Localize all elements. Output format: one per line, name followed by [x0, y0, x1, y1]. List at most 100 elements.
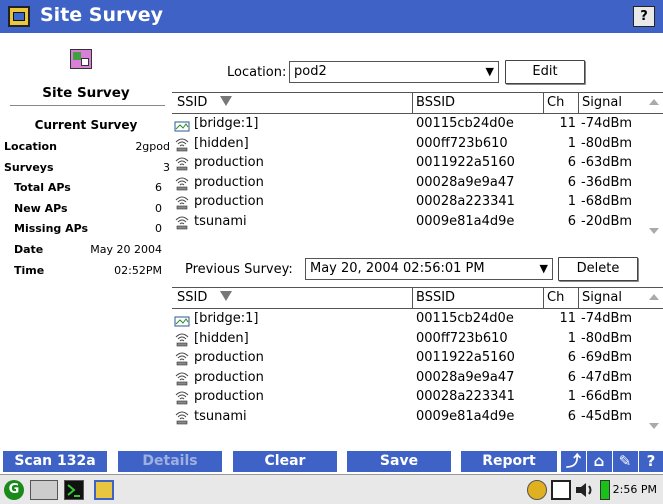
details-button[interactable]: Details — [118, 451, 222, 472]
table-row[interactable]: tsunami 0009e81a4d9e 6 -45dBm — [172, 408, 663, 427]
table-row[interactable]: production 00028a223341 1 -68dBm — [172, 193, 663, 212]
cell-channel: 6 — [567, 174, 576, 190]
table-row[interactable]: production 00028a9e9a47 6 -47dBm — [172, 369, 663, 388]
table-row[interactable]: production 00028a223341 1 -66dBm — [172, 388, 663, 407]
home-icon[interactable]: ⌂ — [586, 451, 611, 472]
cell-ssid: [bridge:1] — [194, 311, 259, 326]
tools-icon[interactable]: ✎ — [612, 451, 637, 472]
cell-channel: 1 — [567, 135, 576, 151]
chevron-down-icon: ▼ — [539, 262, 548, 275]
terminal-icon[interactable] — [64, 480, 84, 500]
chevron-down-icon: ▼ — [485, 65, 494, 78]
back-arrow-icon[interactable]: ⤴ — [561, 451, 586, 472]
access-point-icon — [174, 156, 190, 171]
divider — [10, 105, 165, 106]
table-row[interactable]: [hidden] 000ff723b610 1 -80dBm — [172, 135, 663, 154]
access-point-icon — [174, 410, 190, 425]
cell-signal: -80dBm — [581, 330, 633, 346]
cell-signal: -20dBm — [581, 213, 633, 229]
previous-survey-table: SSID BSSID Ch Signal [bridge:1] 00115cb24… — [172, 287, 663, 437]
cell-bssid: 00028a9e9a47 — [416, 369, 515, 385]
cell-signal: -68dBm — [581, 194, 633, 209]
table-row[interactable]: tsunami 0009e81a4d9e 6 -20dBm — [172, 213, 663, 232]
previous-survey-dropdown[interactable]: May 20, 2004 02:56:01 PM ▼ — [305, 258, 553, 280]
cell-bssid: 00115cb24d0e — [416, 116, 514, 131]
column-bssid[interactable]: BSSID — [416, 290, 455, 305]
access-point-icon — [174, 176, 190, 191]
table-row[interactable]: production 0011922a5160 6 -69dBm — [172, 349, 663, 368]
cell-channel: 6 — [567, 408, 576, 424]
battery-icon — [600, 480, 610, 500]
help-icon[interactable]: ? — [638, 451, 663, 472]
scroll-down-icon[interactable] — [649, 228, 659, 234]
table-header: SSID BSSID Ch Signal — [172, 92, 663, 114]
help-button[interactable]: ? — [633, 6, 655, 27]
column-ch[interactable]: Ch — [547, 95, 564, 110]
cell-signal: -45dBm — [581, 408, 633, 424]
cell-channel: 6 — [567, 369, 576, 385]
cell-channel: 11 — [559, 311, 576, 326]
table-row[interactable]: production 00028a9e9a47 6 -36dBm — [172, 174, 663, 193]
site-survey-logo-icon — [70, 49, 92, 69]
tool-icon-group: ⤴ ⌂ ✎ ? — [561, 451, 663, 472]
column-signal[interactable]: Signal — [582, 95, 622, 110]
info-total-aps: Total APs 6 — [14, 181, 162, 194]
column-ssid[interactable]: SSID — [177, 95, 207, 110]
table-row[interactable]: production 0011922a5160 6 -63dBm — [172, 154, 663, 173]
panel-heading: Site Survey — [42, 85, 130, 101]
start-menu-icon[interactable]: G — [4, 480, 24, 500]
cell-channel: 6 — [567, 155, 576, 170]
cell-ssid: production — [194, 389, 264, 404]
cell-channel: 1 — [567, 194, 576, 209]
scroll-up-icon[interactable] — [649, 99, 659, 105]
cell-ssid: [hidden] — [194, 135, 249, 151]
site-survey-task-icon[interactable] — [94, 480, 114, 500]
clipboard-icon[interactable] — [551, 480, 571, 500]
info-surveys: Surveys 3 — [4, 161, 170, 174]
cell-signal: -36dBm — [581, 174, 633, 190]
current-survey-label: Current Survey — [34, 118, 138, 132]
help-icon: ? — [640, 9, 648, 24]
info-date: Date May 20 2004 — [14, 243, 162, 256]
previous-survey-label: Previous Survey: — [185, 262, 293, 277]
table-row[interactable]: [bridge:1] 00115cb24d0e 11 -74dBm — [172, 115, 663, 134]
info-new-aps: New APs 0 — [14, 202, 162, 215]
network-status-icon[interactable] — [527, 480, 547, 500]
column-signal[interactable]: Signal — [582, 290, 622, 305]
cell-channel: 1 — [567, 330, 576, 346]
scroll-up-icon[interactable] — [649, 294, 659, 300]
info-missing-aps: Missing APs 0 — [14, 222, 162, 235]
save-button[interactable]: Save — [347, 451, 451, 472]
scan-button[interactable]: Scan 132a — [3, 451, 107, 472]
cell-channel: 1 — [567, 389, 576, 404]
edit-button[interactable]: Edit — [505, 60, 585, 84]
cell-signal: -63dBm — [581, 155, 633, 170]
cell-bssid: 0011922a5160 — [416, 350, 515, 365]
cell-channel: 6 — [567, 213, 576, 229]
sort-descending-icon — [220, 291, 232, 301]
column-ssid[interactable]: SSID — [177, 290, 207, 305]
report-button[interactable]: Report — [461, 451, 557, 472]
cell-ssid: tsunami — [194, 408, 247, 424]
cell-ssid: production — [194, 174, 264, 190]
cell-channel: 6 — [567, 350, 576, 365]
cell-bssid: 00028a223341 — [416, 389, 515, 404]
column-bssid[interactable]: BSSID — [416, 95, 455, 110]
app-menu-icon[interactable] — [8, 6, 30, 27]
location-dropdown[interactable]: pod2 ▼ — [289, 61, 499, 83]
action-toolbar: Scan 132a Details Clear Save Report ⤴ ⌂ … — [0, 448, 663, 474]
volume-icon[interactable] — [574, 480, 596, 500]
clear-button[interactable]: Clear — [233, 451, 337, 472]
bridge-icon — [174, 312, 190, 327]
scroll-down-icon[interactable] — [649, 423, 659, 429]
access-point-icon — [174, 351, 190, 366]
table-row[interactable]: [bridge:1] 00115cb24d0e 11 -74dBm — [172, 310, 663, 329]
keyboard-icon[interactable] — [30, 480, 58, 500]
info-location: Location 2gpod — [4, 140, 170, 153]
column-ch[interactable]: Ch — [547, 290, 564, 305]
info-time: Time 02:52PM — [14, 264, 162, 277]
delete-button[interactable]: Delete — [558, 257, 638, 281]
cell-ssid: production — [194, 155, 264, 170]
table-row[interactable]: [hidden] 000ff723b610 1 -80dBm — [172, 330, 663, 349]
cell-ssid: production — [194, 350, 264, 365]
